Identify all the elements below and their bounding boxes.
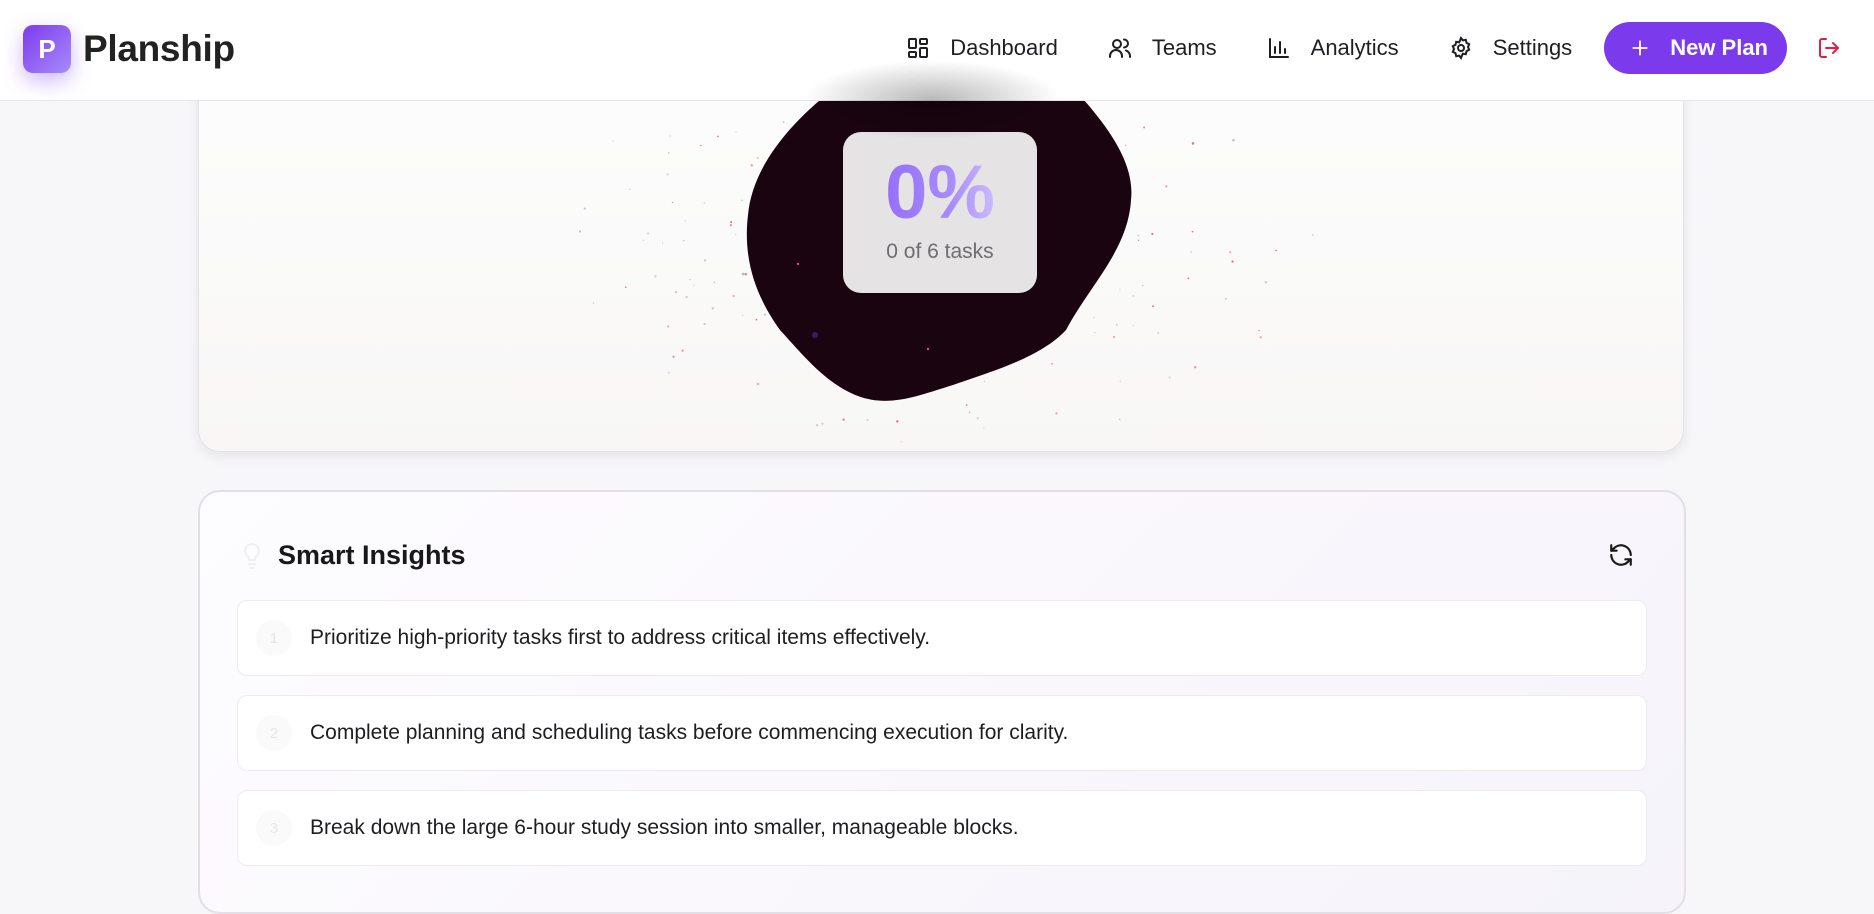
app-name: Planship (83, 28, 235, 69)
nav-dashboard[interactable]: Dashboard (906, 35, 1058, 61)
nav-teams[interactable]: Teams (1108, 35, 1217, 61)
logo-mark: P (23, 25, 71, 73)
insight-item: 3 Break down the large 6-hour study sess… (237, 790, 1647, 866)
new-plan-button[interactable]: New Plan (1604, 22, 1787, 74)
refresh-icon (1610, 544, 1632, 566)
logout-icon (1819, 38, 1839, 58)
lightbulb-icon (244, 542, 260, 569)
nav-dashboard-label: Dashboard (950, 35, 1058, 60)
new-plan-label: New Plan (1670, 35, 1768, 60)
insight-number: 3 (256, 810, 292, 846)
insight-item: 1 Prioritize high-priority tasks first t… (237, 600, 1647, 676)
insights-header: Smart Insights (240, 540, 466, 571)
nav-analytics-label: Analytics (1310, 35, 1399, 60)
top-navbar: P Planship Dashboard Teams Analytics Set… (0, 0, 1874, 101)
smart-insights-card: Smart Insights 1 Prioritize high-priorit… (198, 490, 1686, 914)
main-nav: Dashboard Teams Analytics Settings New P… (906, 22, 1874, 74)
grid-icon (908, 38, 929, 58)
progress-task-count: 0 of 6 tasks (886, 240, 994, 263)
insight-text: Complete planning and scheduling tasks b… (310, 721, 1069, 744)
insight-text: Prioritize high-priority tasks first to … (310, 626, 931, 649)
insights-title: Smart Insights (278, 540, 466, 570)
bar-chart-icon (1268, 38, 1289, 58)
nav-analytics[interactable]: Analytics (1267, 35, 1399, 61)
gear-icon (1451, 36, 1471, 60)
nav-settings-label: Settings (1492, 35, 1573, 60)
logout-button[interactable] (1817, 36, 1841, 60)
nav-teams-label: Teams (1151, 35, 1217, 60)
insight-number: 2 (256, 715, 292, 751)
insight-number: 1 (256, 620, 292, 656)
nav-settings[interactable]: Settings (1449, 35, 1573, 61)
plus-icon (1632, 40, 1648, 56)
progress-stat-box: 0% 0 of 6 tasks (843, 132, 1037, 293)
insight-text: Break down the large 6-hour study sessio… (310, 816, 1019, 839)
insight-item: 2 Complete planning and scheduling tasks… (237, 695, 1647, 771)
refresh-insights-button[interactable] (1608, 542, 1634, 568)
app-logo[interactable]: P Planship (23, 25, 235, 73)
users-icon (1108, 38, 1131, 58)
progress-percent: 0% (843, 154, 1037, 232)
